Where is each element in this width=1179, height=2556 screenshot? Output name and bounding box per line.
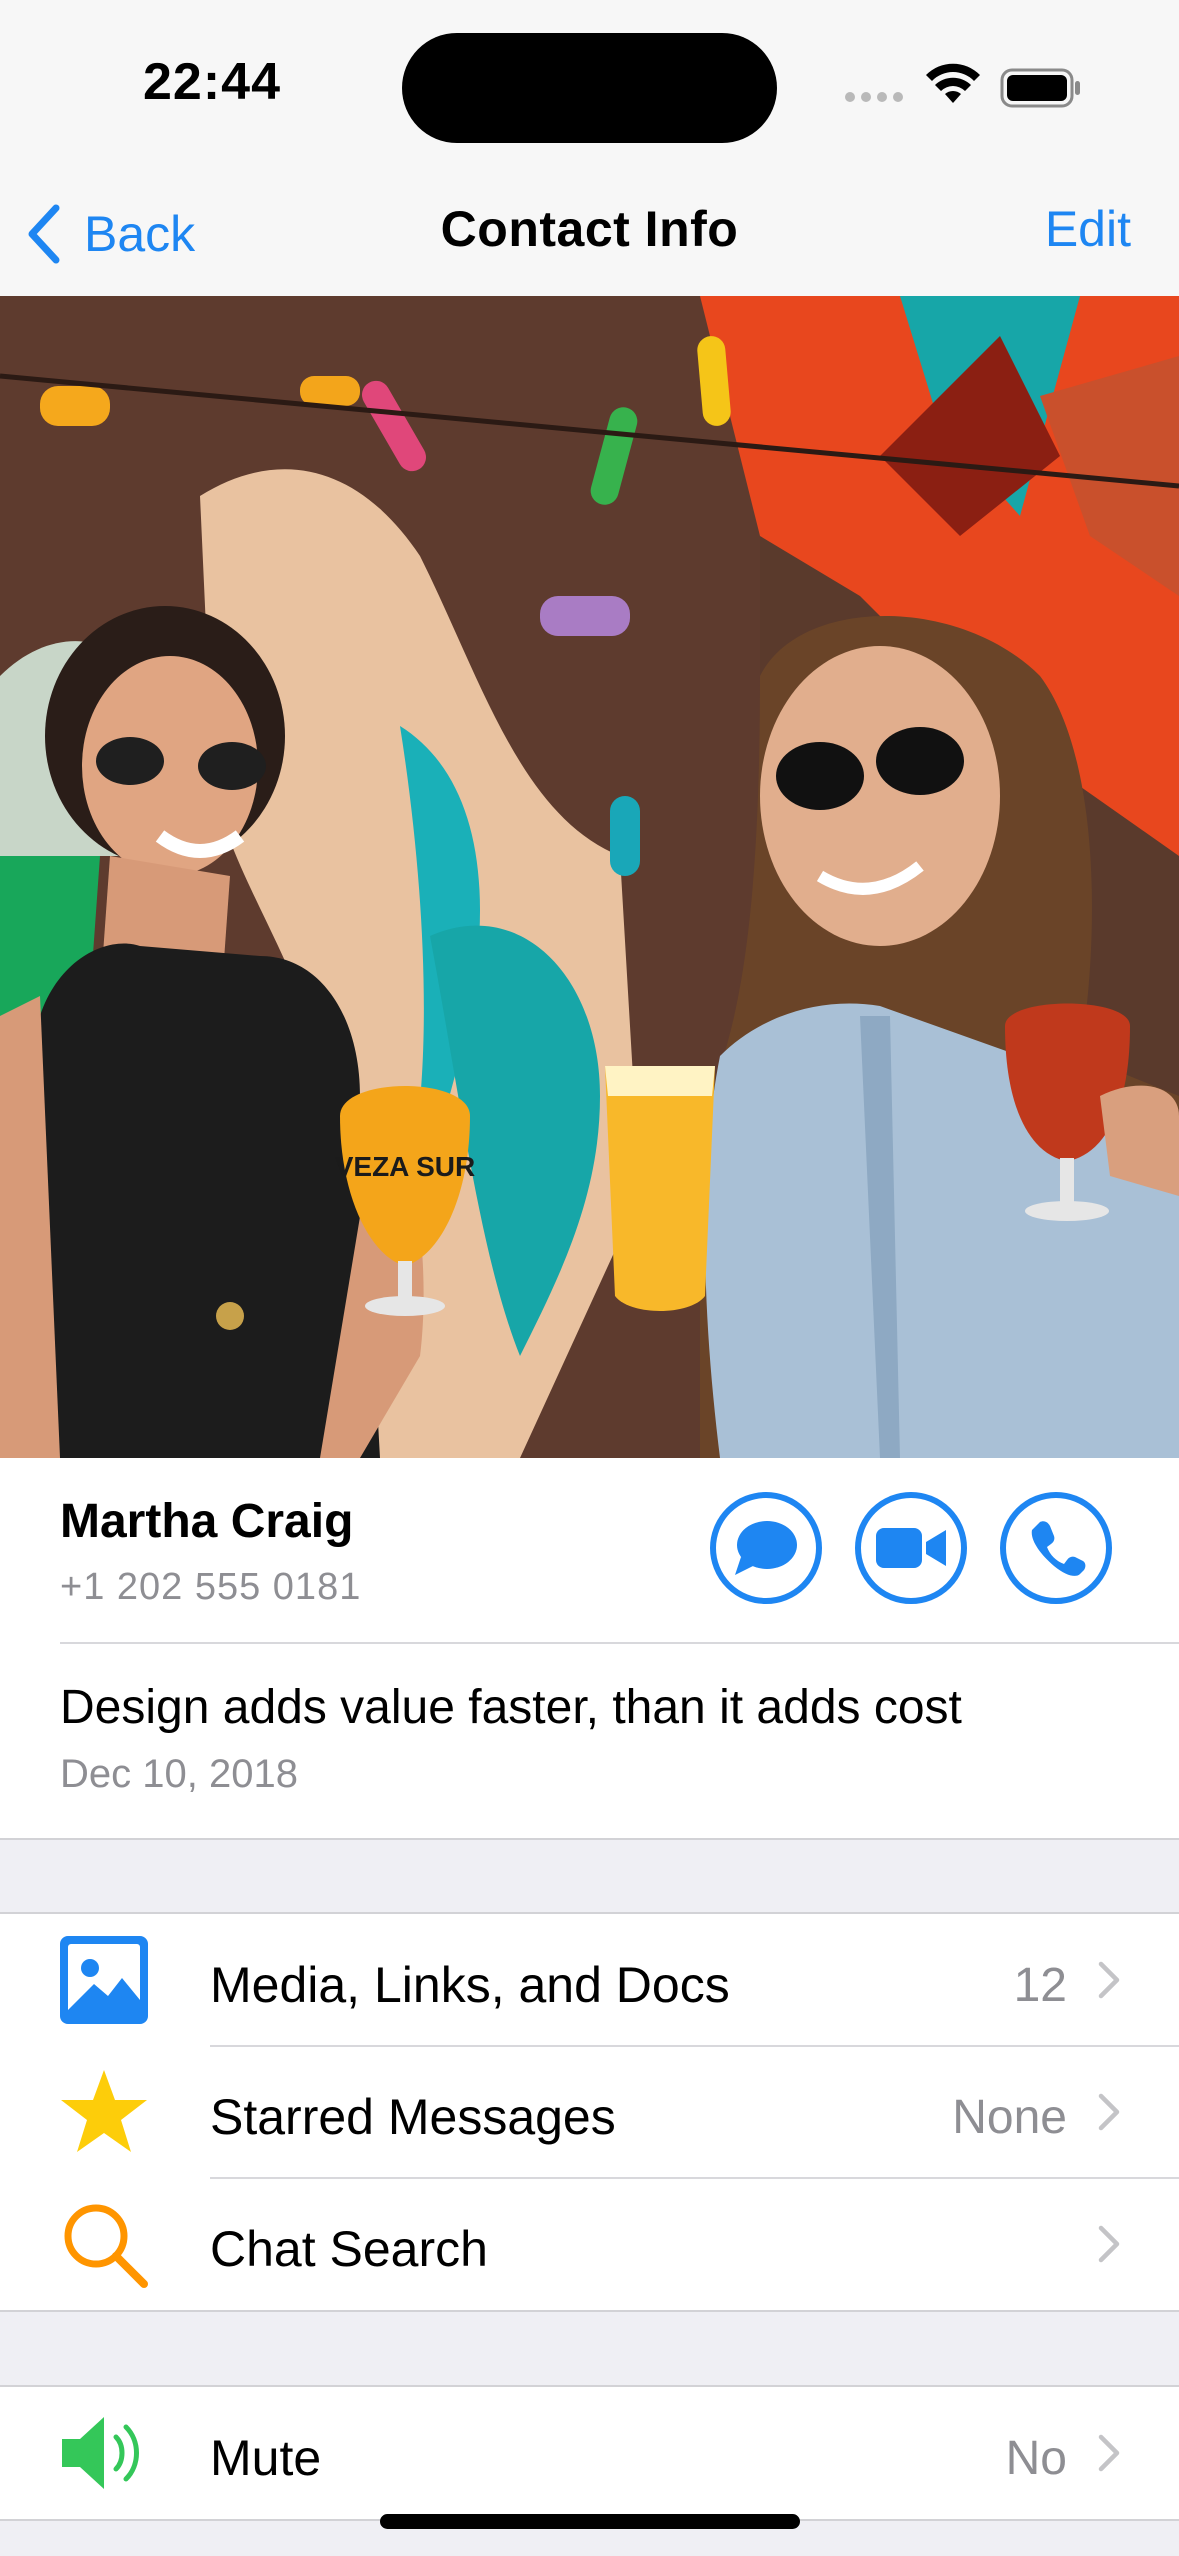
glass-logo-text: VEZA SUR <box>335 1151 476 1182</box>
star-icon <box>58 2066 150 2158</box>
message-button[interactable] <box>710 1492 822 1604</box>
notification-options-group: Mute No <box>0 2385 1179 2521</box>
chevron-right-icon <box>1098 2225 1120 2263</box>
about-text: Design adds value faster, than it adds c… <box>60 1681 962 1734</box>
media-label: Media, Links, and Docs <box>210 1957 730 2013</box>
video-icon <box>876 1528 946 1568</box>
mute-row[interactable]: Mute No <box>0 2387 1179 2519</box>
edit-button[interactable]: Edit <box>1045 200 1131 258</box>
wifi-icon <box>926 63 980 103</box>
status-bar: 22:44 <box>0 0 1179 170</box>
chat-search-row[interactable]: Chat Search <box>0 2178 1179 2310</box>
voice-call-button[interactable] <box>1000 1492 1112 1604</box>
contact-name: Martha Craig <box>60 1495 354 1548</box>
contact-card: Martha Craig +1 202 555 0181 Design adds… <box>0 1458 1179 1840</box>
photo-illustration: VEZA SUR <box>0 296 1179 1458</box>
chat-options-group: Media, Links, and Docs 12 Starred Messag… <box>0 1912 1179 2312</box>
navigation-bar: Back Contact Info Edit <box>0 170 1179 298</box>
chevron-right-icon <box>1098 2093 1120 2131</box>
chat-search-label: Chat Search <box>210 2221 488 2277</box>
message-icon <box>735 1521 797 1575</box>
media-count: 12 <box>1013 1959 1067 2012</box>
page-title: Contact Info <box>440 201 739 257</box>
card-divider <box>60 1642 1179 1644</box>
about-date: Dec 10, 2018 <box>60 1752 298 1796</box>
profile-photo[interactable]: VEZA SUR <box>0 296 1179 1458</box>
cellular-signal-icon <box>845 92 903 102</box>
phone-icon <box>1031 1521 1086 1576</box>
video-call-button[interactable] <box>855 1492 967 1604</box>
chevron-right-icon <box>1098 1961 1120 1999</box>
dynamic-island <box>402 33 777 143</box>
starred-messages-row[interactable]: Starred Messages None <box>0 2046 1179 2178</box>
media-links-docs-row[interactable]: Media, Links, and Docs 12 <box>0 1914 1179 2046</box>
contact-phone: +1 202 555 0181 <box>60 1566 362 1608</box>
battery-icon <box>1000 68 1080 108</box>
speaker-icon <box>58 2407 150 2499</box>
home-indicator[interactable] <box>380 2514 800 2529</box>
starred-value: None <box>952 2091 1067 2144</box>
mute-label: Mute <box>210 2430 322 2486</box>
photo-icon <box>58 1934 150 2026</box>
mute-value: No <box>1005 2432 1067 2485</box>
starred-label: Starred Messages <box>210 2089 616 2145</box>
search-icon <box>58 2198 150 2290</box>
status-time: 22:44 <box>143 53 281 111</box>
chevron-right-icon <box>1098 2434 1120 2472</box>
